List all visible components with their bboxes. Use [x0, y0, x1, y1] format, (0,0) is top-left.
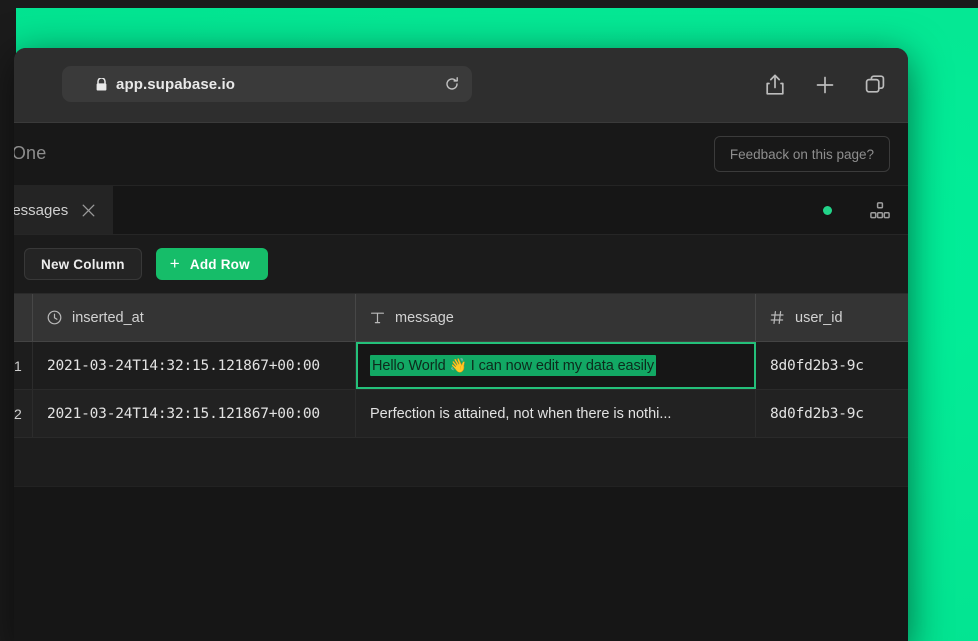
- cell-inserted-at[interactable]: 2021-03-24T14:32:15.121867+00:00: [33, 390, 356, 437]
- table-row[interactable]: 2 2021-03-24T14:32:15.121867+00:00 Perfe…: [14, 390, 908, 438]
- browser-actions: [764, 48, 886, 122]
- text-type-icon: [371, 312, 384, 324]
- project-title: ect One: [14, 143, 47, 163]
- column-header-label: user_id: [795, 309, 843, 326]
- browser-window: app.supabase.io One Feedback on this pag…: [14, 48, 908, 641]
- reload-icon[interactable]: [444, 76, 460, 92]
- cell-user-id[interactable]: 8d0fd2b3-9c: [756, 390, 908, 437]
- cell-message-selected[interactable]: Hello World 👋 I can now edit my data eas…: [356, 342, 756, 389]
- address-bar[interactable]: app.supabase.io: [62, 66, 472, 102]
- share-icon[interactable]: [764, 73, 786, 97]
- tab-label: nessages: [14, 201, 69, 219]
- add-row-label: Add Row: [189, 256, 250, 272]
- wave-emoji: 👋: [449, 357, 467, 373]
- screen: app.supabase.io One Feedback on this pag…: [0, 0, 978, 641]
- grid-empty-row: [14, 438, 908, 487]
- cell-inserted-at[interactable]: 2021-03-24T14:32:15.121867+00:00: [33, 342, 356, 389]
- tab-strip-actions: [823, 186, 890, 234]
- close-icon[interactable]: [82, 204, 95, 217]
- cell-user-id[interactable]: 8d0fd2b3-9c: [756, 342, 908, 389]
- data-grid: inserted_at message user_id 1 2021-03-24…: [14, 294, 908, 641]
- column-header-inserted-at[interactable]: inserted_at: [33, 294, 356, 341]
- feedback-button[interactable]: Feedback on this page?: [713, 136, 890, 172]
- message-suffix: I can now edit my data easily: [466, 358, 655, 374]
- supabase-app: ect One Feedback on this page? nessages: [14, 123, 908, 641]
- hash-icon: [770, 311, 784, 324]
- connection-status-dot: [823, 205, 832, 215]
- add-row-button[interactable]: + Add Row: [155, 248, 268, 280]
- column-header-rownum: [14, 294, 33, 341]
- message-selected-text: Hello World 👋 I can now edit my data eas…: [370, 355, 657, 376]
- table-tab-strip: nessages: [14, 186, 908, 235]
- sitemap-icon[interactable]: [870, 201, 890, 219]
- new-column-button[interactable]: New Column: [24, 248, 142, 280]
- row-number: 2: [14, 390, 33, 437]
- grid-toolbar: New Column + Add Row: [14, 235, 908, 294]
- row-number-text: 1: [14, 357, 22, 374]
- grid-header-row: inserted_at message user_id: [14, 294, 908, 342]
- column-header-label: message: [395, 309, 454, 326]
- device-bezel-top: [0, 0, 978, 8]
- tab-messages[interactable]: nessages: [14, 186, 114, 234]
- row-number-text: 2: [14, 405, 22, 422]
- lock-icon: [96, 77, 107, 90]
- plus-icon: +: [169, 254, 180, 273]
- browser-toolbar: app.supabase.io: [14, 48, 908, 123]
- column-header-label: inserted_at: [72, 309, 144, 326]
- cell-message[interactable]: Perfection is attained, not when there i…: [356, 390, 756, 437]
- grid-empty-area: [14, 487, 908, 641]
- url-text: app.supabase.io: [116, 75, 236, 93]
- new-tab-icon[interactable]: [814, 73, 836, 97]
- project-header: ect One Feedback on this page?: [14, 123, 908, 186]
- column-header-message[interactable]: message: [356, 294, 756, 341]
- message-prefix: Hello World: [372, 358, 450, 374]
- clock-icon: [47, 310, 62, 325]
- row-number: 1: [14, 342, 33, 389]
- table-row[interactable]: 1 2021-03-24T14:32:15.121867+00:00 Hello…: [14, 342, 908, 390]
- tabs-icon[interactable]: [864, 73, 886, 97]
- column-header-user-id[interactable]: user_id: [756, 294, 908, 341]
